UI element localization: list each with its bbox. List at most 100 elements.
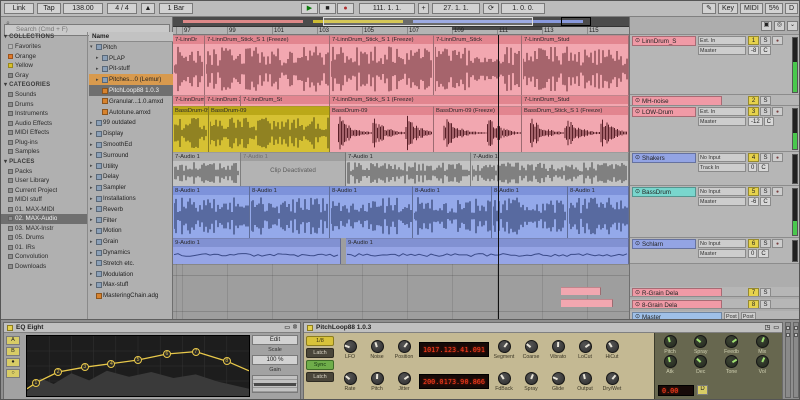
volume-field[interactable]: 0 (748, 163, 758, 172)
eq-filter-node-5[interactable]: 5 (134, 356, 142, 364)
feedb-knob[interactable]: Feedb (720, 335, 744, 355)
clip[interactable]: 9-Audio 1 (173, 238, 341, 264)
expand-arrow-icon[interactable]: ▸ (90, 206, 95, 212)
pitch-knob[interactable]: Pitch (365, 372, 389, 392)
glide-knob[interactable]: Glide (546, 372, 570, 392)
browser-section-collections[interactable]: ▾ COLLECTIONS (1, 32, 87, 42)
1-8-button[interactable]: 1/8 (306, 336, 334, 346)
eq-filter-node-3[interactable]: 3 (80, 363, 89, 372)
pan-field[interactable]: C (763, 117, 775, 126)
clip[interactable]: 7-Audio 1 Clip Deactivated (241, 152, 346, 186)
eq-filter-node-7[interactable]: 7 (191, 347, 200, 356)
lock-envelopes-button[interactable]: ◎ (774, 20, 785, 31)
file-row[interactable]: ▸ 99 outdated (89, 118, 173, 129)
device-on-toggle[interactable] (307, 324, 313, 331)
fdback-knob[interactable]: FdBack (492, 372, 516, 392)
eq-band-toggle[interactable]: A (6, 336, 20, 345)
sidebar-item-drums[interactable]: Drums (1, 100, 87, 110)
solo-button[interactable]: S (760, 300, 771, 308)
sync-button[interactable]: Sync (306, 360, 334, 370)
pan-field[interactable]: C (760, 197, 771, 206)
max-edit-icon[interactable]: ◳ (765, 324, 771, 331)
sidebar-item-01-max-midi[interactable]: 01. MAX-MIDI (1, 205, 87, 215)
clip[interactable]: 7-Audio 1 (173, 152, 241, 186)
track-activator[interactable]: 4 (748, 153, 759, 162)
eq-filter-node-8[interactable]: 8 (222, 357, 231, 366)
overdub-button[interactable]: + (418, 3, 429, 14)
device-fold-icon[interactable]: ▭ (773, 324, 779, 331)
arrangement-overview[interactable] (173, 17, 629, 27)
clip[interactable]: 7-LinnDrum_Stick_S 1 (Freeze) (205, 35, 330, 95)
pitch-knob[interactable]: Pitch (658, 335, 682, 355)
clip[interactable]: 7-LinnDr (173, 35, 205, 95)
arm-button[interactable]: ● (772, 187, 783, 196)
sidebar-item-convolution[interactable]: Convolution (1, 252, 87, 262)
file-row[interactable]: ▸ Reverb (89, 204, 173, 215)
stop-button[interactable]: ■ (319, 3, 336, 14)
input-chooser[interactable]: Ext. In (698, 107, 746, 116)
expand-arrow-icon[interactable]: ▸ (96, 55, 101, 61)
eq-filter-node-1[interactable]: 1 (31, 378, 40, 387)
expand-arrow-icon[interactable]: ▾ (90, 44, 95, 50)
eq-band-toggle[interactable]: B (6, 347, 20, 356)
file-row[interactable]: ▸ Pit-stuff (89, 64, 173, 75)
track-name[interactable]: ⊙ MH-noise (632, 96, 722, 105)
file-row[interactable]: ▸ Filter (89, 215, 173, 226)
expand-arrow-icon[interactable]: ▸ (90, 217, 95, 223)
segment-knob[interactable]: Segment (492, 340, 516, 360)
sidebar-item-midi-stuff[interactable]: MIDI stuff (1, 195, 87, 205)
solo-button[interactable]: S (760, 288, 771, 296)
key-map-button[interactable]: Key (717, 3, 739, 14)
metronome-icon[interactable]: ▲ (141, 3, 155, 14)
file-row[interactable]: ▸ Utility (89, 161, 173, 172)
arm-button[interactable]: ● (772, 239, 783, 248)
quantize-menu[interactable]: 1 Bar (159, 3, 193, 14)
eq-band-toggle[interactable]: ○ (6, 369, 20, 378)
arm-button[interactable]: ● (772, 153, 783, 162)
input-chooser[interactable]: Ext. In (698, 36, 746, 45)
mix-knob[interactable]: Mix (750, 335, 774, 355)
jitter-knob[interactable]: Jitter (392, 372, 416, 392)
sidebar-item-01-irs[interactable]: 01. IRs (1, 243, 87, 253)
output-knob[interactable]: Output (573, 372, 597, 392)
expand-arrow-icon[interactable]: ▸ (96, 66, 101, 72)
lfo-knob[interactable]: LFO (338, 340, 362, 360)
play-button[interactable]: ▶ (301, 3, 318, 14)
eq-scale-value[interactable]: 100 % (252, 355, 298, 365)
spray-knob[interactable]: Spray (689, 335, 713, 355)
clip[interactable]: BassDrum-09 (173, 106, 209, 152)
file-row[interactable]: ▸ Motion (89, 226, 173, 237)
sidebar-item-samples[interactable]: Samples (1, 147, 87, 157)
eq-edit-button[interactable]: Edit (252, 335, 298, 345)
latch-button[interactable]: Latch (306, 348, 334, 358)
tempo-field[interactable]: 138.00 (63, 3, 103, 14)
eq-band-toggle[interactable]: ● (6, 358, 20, 367)
expand-arrow-icon[interactable]: ▸ (90, 163, 95, 169)
hicut-knob[interactable]: HiCut (600, 340, 624, 360)
clip[interactable]: 8-Audio 1 (250, 186, 330, 238)
sidebar-item-03-max-instr[interactable]: 03. MAX-Instr (1, 224, 87, 234)
tap-tempo-button[interactable]: Tap (37, 3, 61, 14)
file-row[interactable]: ▸ Display (89, 128, 173, 139)
clip[interactable]: 9-Audio 1 (346, 238, 629, 264)
clip[interactable] (561, 299, 613, 307)
eq-filter-node-6[interactable]: 6 (162, 350, 171, 358)
link-button[interactable]: Link (4, 3, 34, 14)
file-row[interactable]: ▸ Grain (89, 236, 173, 247)
clip-view-toggle[interactable] (785, 322, 791, 398)
vol-knob[interactable]: Vol (750, 355, 774, 375)
file-row[interactable]: ▸ Max-stuff (89, 280, 173, 291)
locut-knob[interactable]: LoCut (573, 340, 597, 360)
clip[interactable]: BassDrum_Stick_S 1 (Freeze) (522, 106, 629, 152)
solo-button[interactable]: S (760, 187, 771, 196)
file-row[interactable]: Granular...1.0.amxd (89, 96, 173, 107)
expand-arrow-icon[interactable]: ▸ (90, 120, 95, 126)
sidebar-item-instruments[interactable]: Instruments (1, 109, 87, 119)
output-chooser[interactable]: Master (698, 249, 746, 258)
input-chooser[interactable]: No Input (698, 153, 746, 162)
volume-field[interactable]: -8 (748, 46, 760, 55)
clip[interactable]: BassDrum-09 (Freeze) (434, 106, 522, 152)
clip[interactable]: 7-LinnDrum_Stick_S 1 (Freeze) (330, 95, 522, 106)
solo-button[interactable]: S (760, 36, 771, 45)
track-name[interactable]: ⊙ LOW-Drum (632, 107, 696, 117)
